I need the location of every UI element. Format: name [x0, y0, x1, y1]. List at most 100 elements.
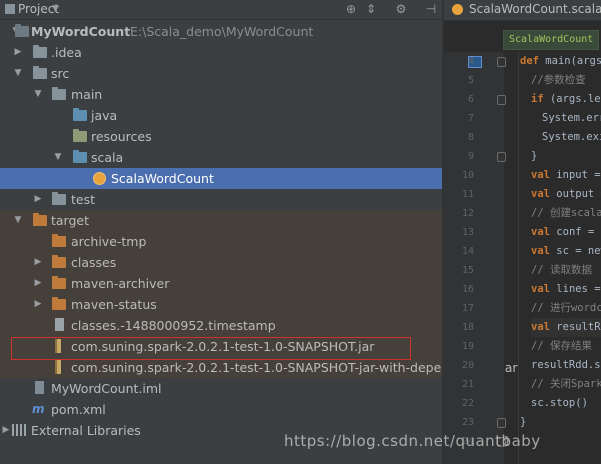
target-icon[interactable]: ⊕ — [344, 2, 358, 16]
code-line[interactable]: //参数检查 — [531, 71, 586, 90]
line-number: 17 — [461, 303, 474, 314]
code-text: } — [531, 150, 538, 162]
code-line[interactable]: // 读取数据 — [531, 261, 592, 280]
chevron-right-icon[interactable]: ▶ — [0, 420, 12, 441]
code-line[interactable]: val conf = — [531, 223, 594, 242]
tree-item-resources[interactable]: resources — [0, 126, 442, 147]
line-number: 18 — [461, 322, 474, 333]
tree-item-label: maven-archiver — [71, 276, 170, 291]
fold-marker-icon[interactable] — [497, 57, 506, 67]
tree-item-src[interactable]: ▼ src — [0, 63, 442, 84]
chevron-right-icon[interactable]: ▶ — [32, 252, 44, 273]
code-line[interactable]: // 创建scala — [531, 204, 601, 223]
tree-item-project-root[interactable]: ▼ MyWordCount E:\Scala_demo\MyWordCount — [0, 21, 442, 42]
tree-item-idea[interactable]: ▶ .idea — [0, 42, 442, 63]
code-line[interactable]: } — [520, 413, 526, 432]
code-text: System.exi — [542, 131, 601, 143]
tree-item-timestamp[interactable]: classes.-1488000952.timestamp — [0, 315, 442, 336]
code-keyword: val — [531, 169, 557, 181]
fold-marker-icon[interactable] — [497, 95, 506, 105]
chevron-right-icon[interactable]: ▶ — [32, 294, 44, 315]
code-line[interactable]: System.exi — [542, 128, 601, 147]
code-line[interactable]: // 进行wordc — [531, 299, 601, 318]
tree-item-scalawordcount[interactable]: ScalaWordCount — [0, 168, 442, 189]
code-keyword: val — [531, 188, 557, 200]
code-keyword: def — [520, 55, 546, 67]
line-number: 10 — [461, 170, 474, 181]
line-number: 4 — [467, 56, 474, 67]
code-line[interactable]: val output = — [531, 185, 601, 204]
chevron-down-icon[interactable]: ▼ — [12, 63, 24, 84]
maven-icon: m — [32, 402, 45, 416]
tree-item-main[interactable]: ▼ main — [0, 84, 442, 105]
tree-item-label: MyWordCount — [31, 24, 131, 39]
code-line[interactable]: // 关闭Spark — [531, 375, 601, 394]
chevron-right-icon[interactable]: ▶ — [12, 42, 24, 63]
tree-item-label: External Libraries — [31, 423, 141, 438]
tree-item-java[interactable]: java — [0, 105, 442, 126]
line-number: 16 — [461, 284, 474, 295]
tree-item-label: MyWordCount.iml — [51, 381, 162, 396]
tree-item-pom[interactable]: m pom.xml — [0, 399, 442, 420]
code-text: input = — [556, 169, 601, 181]
fold-marker-icon[interactable] — [497, 418, 506, 428]
code-line[interactable]: val sc = new — [531, 242, 601, 261]
code-line[interactable]: // 保存结果 — [531, 337, 592, 356]
tree-item-snapshot-jar-with-dependencies[interactable]: com.suning.spark-2.0.2.1-test-1.0-SNAPSH… — [0, 357, 518, 378]
chevron-down-icon[interactable]: ▼ — [12, 210, 24, 231]
tree-item-label: resources — [91, 129, 152, 144]
fold-marker-icon[interactable] — [497, 152, 506, 162]
iml-file-icon — [35, 381, 44, 394]
tree-item-test[interactable]: ▶ test — [0, 189, 442, 210]
code-text: main(args — [545, 55, 601, 67]
code-text: resultR — [556, 321, 601, 333]
gear-icon[interactable]: ⚙ — [394, 2, 408, 16]
code-text: conf = — [556, 226, 595, 238]
line-number: 7 — [467, 113, 474, 124]
code-line[interactable]: val input = — [531, 166, 601, 185]
editor-tab[interactable]: ScalaWordCount.scala — [469, 2, 601, 16]
tree-item-label: classes — [71, 255, 117, 270]
code-line[interactable]: } — [531, 147, 537, 166]
tree-item-archive-tmp[interactable]: archive-tmp — [0, 231, 442, 252]
tree-item-classes[interactable]: ▶ classes — [0, 252, 442, 273]
code-keyword: val — [531, 321, 557, 333]
code-keyword: val — [531, 245, 557, 257]
folder-icon — [33, 66, 47, 79]
line-number: 19 — [461, 341, 474, 352]
tree-item-label: maven-status — [71, 297, 157, 312]
file-icon — [55, 318, 64, 331]
jar-icon — [55, 360, 61, 374]
tree-item-target[interactable]: ▼ target — [0, 210, 442, 231]
tree-item-label: pom.xml — [51, 402, 106, 417]
chevron-right-icon[interactable]: ▶ — [32, 189, 44, 210]
code-line[interactable]: resultRdd.sa — [531, 356, 601, 375]
chevron-down-icon[interactable]: ▼ — [32, 84, 44, 105]
breadcrumb[interactable]: ScalaWordCount — [503, 30, 600, 50]
code-keyword: val — [531, 283, 557, 295]
tree-item-scala[interactable]: ▼ scala — [0, 147, 442, 168]
hide-icon[interactable]: ⊣ — [424, 2, 438, 16]
excluded-folder-icon — [52, 297, 66, 310]
excluded-folder-icon — [52, 255, 66, 268]
chevron-down-icon[interactable]: ▼ — [52, 4, 59, 14]
collapse-icon[interactable]: ⇕ — [364, 2, 378, 16]
code-line[interactable]: def main(args — [520, 52, 601, 71]
tree-item-maven-status[interactable]: ▶ maven-status — [0, 294, 442, 315]
line-number: 15 — [461, 265, 474, 276]
code-comment: // 保存结果 — [531, 340, 592, 352]
module-folder-icon — [15, 24, 29, 37]
project-icon — [5, 4, 15, 14]
code-line[interactable]: System.err — [542, 109, 601, 128]
chevron-down-icon[interactable]: ▼ — [52, 147, 64, 168]
code-line[interactable]: val resultR — [531, 318, 601, 337]
tree-item-maven-archiver[interactable]: ▶ maven-archiver — [0, 273, 442, 294]
code-line[interactable]: val lines = — [531, 280, 601, 299]
code-text: output = — [556, 188, 601, 200]
code-line[interactable]: if (args.ler — [531, 90, 601, 109]
code-line[interactable]: sc.stop() — [531, 394, 588, 413]
tree-item-iml[interactable]: MyWordCount.iml — [0, 378, 442, 399]
chevron-right-icon[interactable]: ▶ — [32, 273, 44, 294]
watermark: https://blog.csdn.net/quantbaby — [284, 432, 541, 450]
line-number: 9 — [467, 151, 474, 162]
